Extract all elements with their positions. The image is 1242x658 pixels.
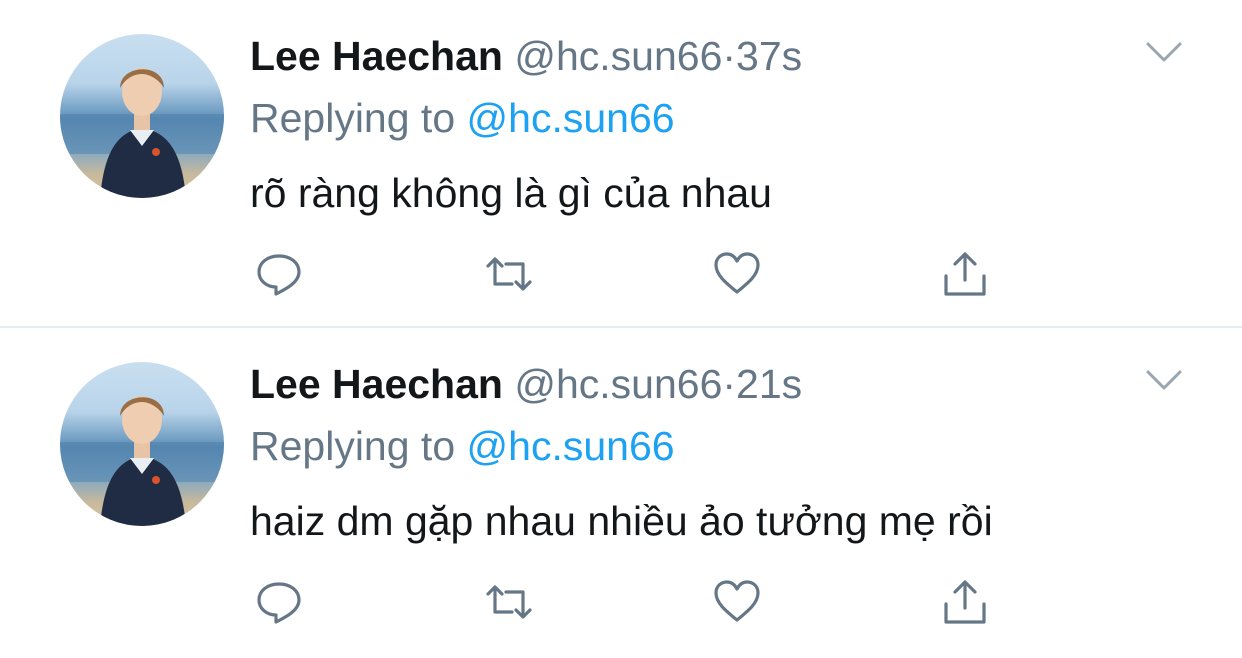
separator-dot: · bbox=[722, 361, 737, 407]
like-button[interactable] bbox=[712, 250, 762, 298]
replying-label: Replying to bbox=[250, 423, 456, 469]
share-icon bbox=[944, 252, 986, 296]
display-name[interactable]: Lee Haechan bbox=[250, 33, 503, 79]
tweet-header: Lee Haechan @hc.sun66·37s bbox=[250, 30, 802, 82]
tweet-text: haiz dm gặp nhau nhiều ảo tưởng mẹ rồi bbox=[250, 498, 993, 544]
chevron-down-icon[interactable] bbox=[1144, 366, 1184, 396]
retweet-icon bbox=[486, 257, 532, 291]
replying-to: Replying to @hc.sun66 bbox=[250, 420, 675, 472]
retweet-button[interactable] bbox=[484, 250, 534, 298]
reply-button[interactable] bbox=[254, 250, 304, 298]
reply-icon bbox=[257, 254, 301, 296]
user-handle[interactable]: @hc.sun66 bbox=[514, 361, 722, 407]
user-handle[interactable]: @hc.sun66 bbox=[514, 33, 722, 79]
tweet-text: rõ ràng không là gì của nhau bbox=[250, 170, 772, 216]
timeline: Lee Haechan @hc.sun66·37s Replying to @h… bbox=[0, 0, 1242, 658]
separator-dot: · bbox=[722, 33, 737, 79]
replying-label: Replying to bbox=[250, 95, 456, 141]
replying-handle-link[interactable]: @hc.sun66 bbox=[467, 95, 675, 141]
replying-handle-link[interactable]: @hc.sun66 bbox=[467, 423, 675, 469]
tweet[interactable]: Lee Haechan @hc.sun66·21s Replying to @h… bbox=[0, 328, 1242, 658]
timestamp[interactable]: 37s bbox=[736, 33, 802, 79]
reply-button[interactable] bbox=[254, 578, 304, 626]
heart-icon bbox=[714, 580, 760, 622]
retweet-icon bbox=[486, 585, 532, 619]
share-icon bbox=[944, 580, 986, 624]
like-button[interactable] bbox=[712, 578, 762, 626]
avatar[interactable] bbox=[60, 34, 224, 198]
heart-icon bbox=[714, 252, 760, 294]
avatar[interactable] bbox=[60, 362, 224, 526]
timestamp[interactable]: 21s bbox=[736, 361, 802, 407]
chevron-down-icon[interactable] bbox=[1144, 38, 1184, 68]
tweet[interactable]: Lee Haechan @hc.sun66·37s Replying to @h… bbox=[0, 0, 1242, 327]
retweet-button[interactable] bbox=[484, 578, 534, 626]
share-button[interactable] bbox=[940, 250, 990, 298]
share-button[interactable] bbox=[940, 578, 990, 626]
tweet-header: Lee Haechan @hc.sun66·21s bbox=[250, 358, 802, 410]
reply-icon bbox=[257, 582, 301, 624]
replying-to: Replying to @hc.sun66 bbox=[250, 92, 675, 144]
display-name[interactable]: Lee Haechan bbox=[250, 361, 503, 407]
